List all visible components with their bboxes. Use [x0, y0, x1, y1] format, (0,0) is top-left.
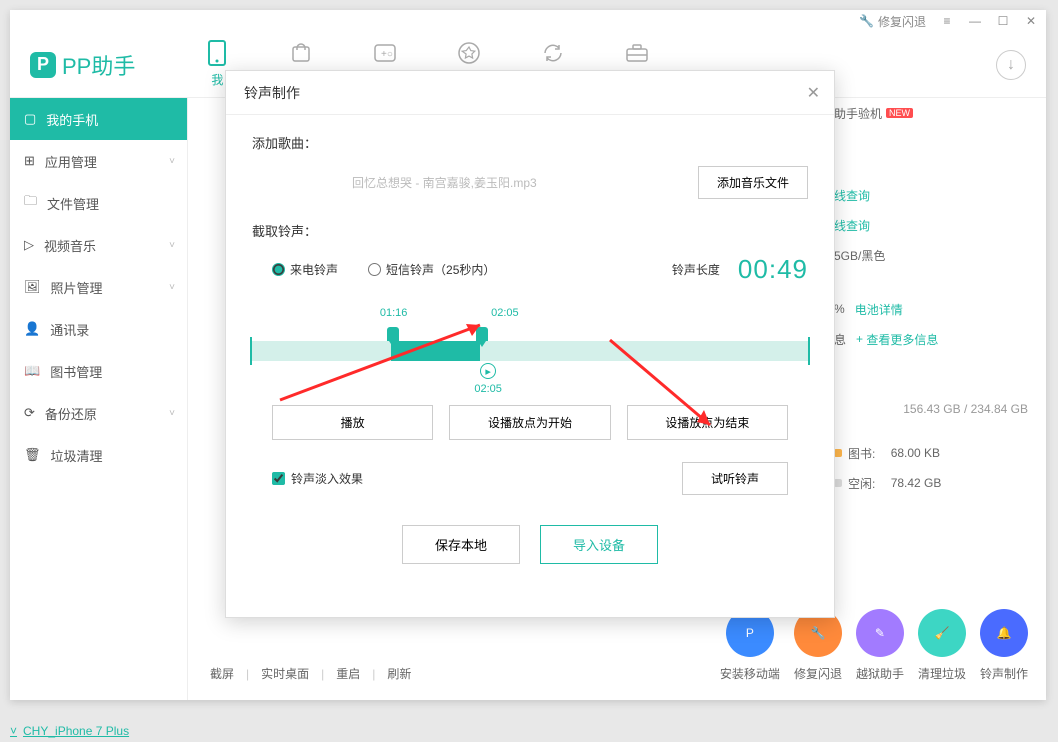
track	[252, 341, 808, 361]
broom-icon: 🧹	[918, 609, 966, 657]
preview-button[interactable]: 试听铃声	[682, 462, 788, 495]
more-info-link[interactable]: 查看更多信息	[866, 331, 938, 348]
bell-icon: 🔔	[980, 609, 1028, 657]
maximize-icon[interactable]: ☐	[996, 14, 1010, 28]
dot-icon	[834, 449, 842, 457]
menu-icon[interactable]: ≡	[940, 14, 954, 28]
playhead[interactable]: ▸ 02:05	[474, 363, 502, 395]
cmd-restart[interactable]: 重启	[336, 665, 360, 682]
bottom-bar: 截屏| 实时桌面| 重启| 刷新 P安装移动端 🔧修复闪退 ✎越狱助手 🧹清理垃…	[210, 609, 1028, 682]
storage-total: 156.43 GB / 234.84 GB	[834, 394, 1028, 424]
start-handle[interactable]	[387, 327, 399, 341]
sidebar-item-backup[interactable]: ⟳备份还原˅	[10, 392, 187, 434]
set-end-button[interactable]: 设播放点为结束	[627, 405, 788, 440]
svg-text:+○: +○	[381, 49, 393, 60]
fix-crash-button[interactable]: 🔧修复闪退	[794, 609, 842, 682]
add-music-button[interactable]: 添加音乐文件	[698, 166, 808, 199]
minimize-icon[interactable]: —	[968, 14, 982, 28]
modal-title-bar: 铃声制作 ✕	[226, 71, 834, 115]
fix-crash-link[interactable]: 🔧 修复闪退	[859, 13, 926, 30]
dot-icon	[834, 479, 842, 487]
chevron-down-icon: ˅	[169, 282, 175, 293]
add-song-label: 添加歌曲：	[252, 133, 808, 152]
close-icon[interactable]: ✕	[807, 83, 820, 103]
sidebar-item-clean[interactable]: 🗑垃圾清理	[10, 434, 187, 476]
trash-icon: 🗑	[24, 447, 41, 463]
ringtone-modal: 铃声制作 ✕ 添加歌曲： 回忆总想哭 - 南宫嘉骏,姜玉阳.mp3 添加音乐文件…	[225, 70, 835, 618]
wrench-icon: 🔧	[859, 14, 874, 28]
contacts-icon: 👤	[24, 321, 40, 337]
app-logo: P PP助手	[30, 49, 135, 81]
sidebar: ▢我的手机 ⊞应用管理˅ 🗀文件管理 ▷视频音乐˅ 🖼照片管理˅ 👤通讯录 📖图…	[10, 98, 188, 700]
radio-call[interactable]: 来电铃声	[272, 261, 338, 278]
star-icon	[457, 41, 481, 65]
duration-label: 铃声长度	[672, 261, 720, 278]
jailbreak-button[interactable]: ✎越狱助手	[856, 609, 904, 682]
sidebar-item-files[interactable]: 🗀文件管理	[10, 182, 187, 224]
import-device-button[interactable]: 导入设备	[540, 525, 658, 564]
selection[interactable]	[391, 341, 480, 361]
cmd-realtime[interactable]: 实时桌面	[261, 665, 309, 682]
titlebar: 🔧 修复闪退 ≡ — ☐ ✕	[10, 10, 1046, 32]
book-icon: 📖	[24, 363, 40, 379]
download-icon: ↓	[1007, 56, 1015, 74]
cmd-screenshot[interactable]: 截屏	[210, 665, 234, 682]
download-button[interactable]: ↓	[996, 50, 1026, 80]
text-commands: 截屏| 实时桌面| 重启| 刷新	[210, 665, 411, 682]
fade-checkbox[interactable]: 铃声淡入效果	[272, 470, 363, 487]
sidebar-item-photos[interactable]: 🖼照片管理˅	[10, 266, 187, 308]
sidebar-item-contacts[interactable]: 👤通讯录	[10, 308, 187, 350]
new-badge: NEW	[886, 108, 913, 118]
battery-link[interactable]: 电池详情	[855, 301, 903, 318]
image-icon: 🖼	[24, 279, 41, 295]
status-bar[interactable]: ˅ CHY_iPhone 7 Plus	[10, 724, 129, 738]
sidebar-item-media[interactable]: ▷视频音乐˅	[10, 224, 187, 266]
close-icon[interactable]: ✕	[1024, 14, 1038, 28]
play-icon: ▷	[24, 237, 34, 253]
play-icon: ▸	[480, 363, 496, 379]
set-start-button[interactable]: 设播放点为开始	[449, 405, 610, 440]
duration-value: 00:49	[738, 254, 808, 285]
install-mobile-button[interactable]: P安装移动端	[720, 609, 780, 682]
start-time: 01:16	[380, 307, 408, 319]
phone-icon: ▢	[24, 111, 36, 127]
sidebar-item-myphone[interactable]: ▢我的手机	[10, 98, 187, 140]
chevron-down-icon: ˅	[169, 156, 175, 167]
verify-row: 助手验机NEW	[834, 98, 1028, 128]
sync-icon	[541, 41, 565, 65]
cut-label: 截取铃声：	[252, 221, 808, 240]
app-name: PP助手	[62, 49, 135, 81]
radio-sms[interactable]: 短信铃声（25秒内）	[368, 261, 495, 278]
end-time: 02:05	[491, 307, 519, 319]
save-local-button[interactable]: 保存本地	[402, 525, 520, 564]
play-button[interactable]: 播放	[272, 405, 433, 440]
app-icon: ⊞	[24, 153, 35, 169]
bag-icon	[289, 41, 313, 65]
waveform[interactable]: 01:16 02:05 ▸ 02:05	[252, 305, 808, 385]
song-filename: 回忆总想哭 - 南宫嘉骏,姜玉阳.mp3	[352, 174, 537, 191]
device-name: CHY_iPhone 7 Plus	[23, 724, 129, 738]
backup-icon: ⟳	[24, 405, 35, 421]
modal-footer: 保存本地 导入设备	[226, 513, 834, 576]
feather-icon: ✎	[856, 609, 904, 657]
cmd-refresh[interactable]: 刷新	[387, 665, 411, 682]
chevron-down-icon: ˅	[169, 408, 175, 419]
sidebar-item-apps[interactable]: ⊞应用管理˅	[10, 140, 187, 182]
toolbox-icon	[625, 41, 649, 65]
query-link[interactable]: 线查询	[834, 217, 870, 234]
clean-button[interactable]: 🧹清理垃圾	[918, 609, 966, 682]
ringtone-button[interactable]: 🔔铃声制作	[980, 609, 1028, 682]
device-info-panel: 助手验机NEW 息 线查询 线查询 5GB/黑色 % 电池详情 息 + 查看更多…	[816, 98, 1046, 498]
chevron-down-icon: ˅	[10, 724, 17, 738]
folder-icon: 🗀	[24, 192, 37, 214]
modal-title: 铃声制作	[244, 83, 300, 103]
chevron-down-icon: ˅	[169, 240, 175, 251]
end-handle[interactable]	[476, 327, 488, 341]
sidebar-item-books[interactable]: 📖图书管理	[10, 350, 187, 392]
query-link[interactable]: 线查询	[834, 187, 870, 204]
fix-crash-label: 修复闪退	[878, 13, 926, 30]
add-icon: +○	[373, 41, 397, 65]
phone-icon	[205, 41, 229, 65]
logo-icon: P	[30, 52, 56, 78]
